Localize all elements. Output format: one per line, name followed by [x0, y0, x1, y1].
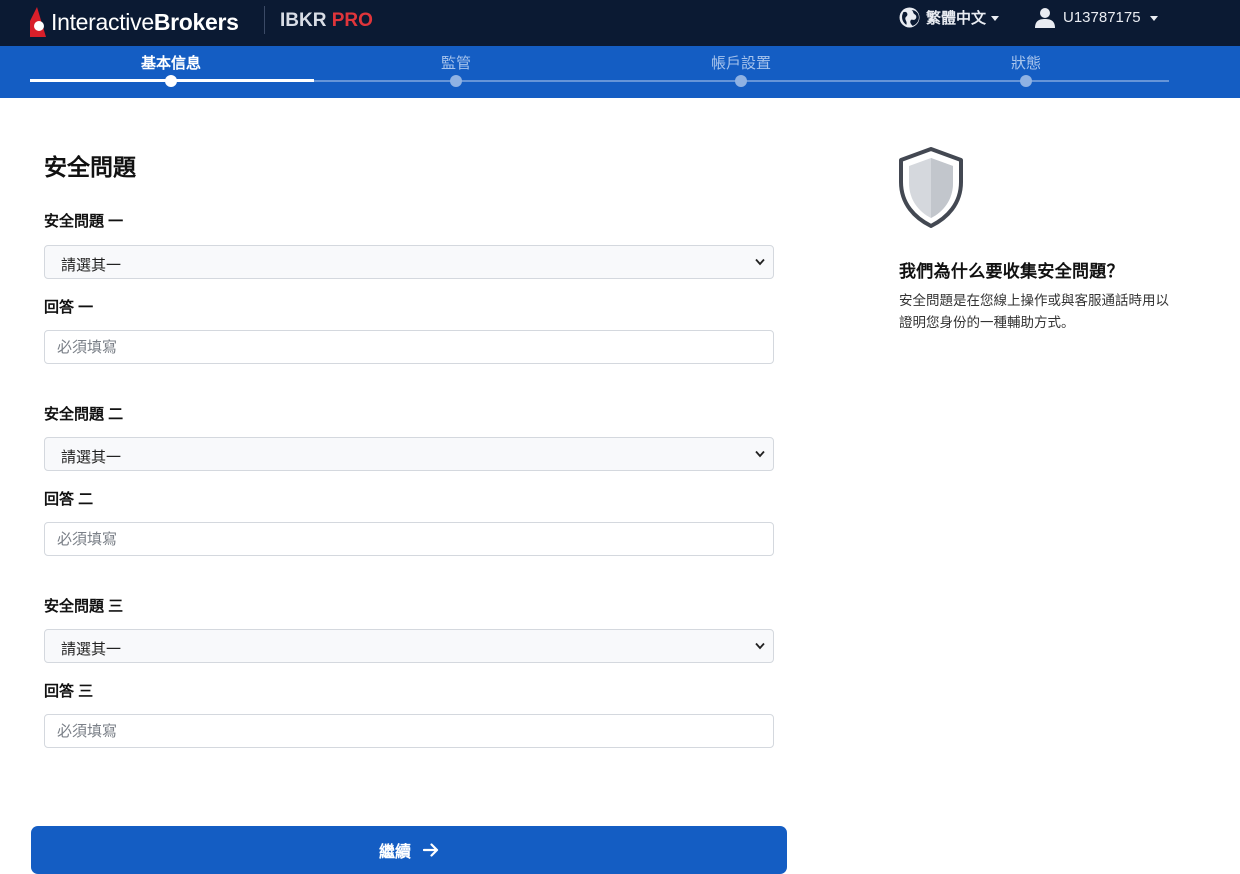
ib-logo-icon — [30, 7, 46, 37]
question-select-2[interactable]: 請選其一 — [44, 437, 774, 471]
question-label-1: 安全問題 一 — [44, 213, 124, 230]
step-label: 帳戶設置 — [710, 55, 771, 72]
step-label: 基本信息 — [140, 55, 201, 72]
answer-field-3[interactable] — [44, 714, 774, 748]
answer-input-1[interactable] — [45, 331, 773, 363]
brand-name-bold: Brokers — [153, 8, 239, 35]
continue-button[interactable]: 繼續 — [31, 826, 787, 874]
globe-icon — [899, 7, 920, 28]
answer-label-2: 回答 二 — [44, 491, 94, 508]
step-dot — [165, 75, 177, 87]
info-text: 安全問題是在您線上操作或與客服通話時用以證明您身份的一種輔助方式。 — [899, 293, 1169, 330]
top-navbar: InteractiveBrokers IBKR PRO 繁體中文 U137871… — [0, 0, 1240, 46]
step-label: 狀態 — [1010, 55, 1041, 72]
answer-label-1: 回答 一 — [44, 299, 94, 316]
language-label: 繁體中文 — [926, 10, 987, 27]
chevron-down-icon — [755, 450, 765, 458]
step-label: 監管 — [440, 55, 471, 72]
select-value: 請選其一 — [61, 449, 122, 466]
step-account-setup[interactable]: 帳戶設置 — [671, 46, 811, 87]
arrow-right-icon — [423, 843, 439, 857]
question-select-1[interactable]: 請選其一 — [44, 245, 774, 279]
step-basic-info[interactable]: 基本信息 — [101, 46, 241, 87]
product-tier: PRO — [331, 10, 373, 31]
info-title: 我們為什么要收集安全問題？ — [899, 262, 1124, 281]
product-name-text: IBKR — [280, 10, 327, 31]
brand-name-light: Interactive — [51, 8, 154, 35]
brand-name: InteractiveBrokers — [51, 9, 239, 36]
chevron-down-icon — [755, 258, 765, 266]
question-select-3[interactable]: 請選其一 — [44, 629, 774, 663]
answer-field-1[interactable] — [44, 330, 774, 364]
answer-input-3[interactable] — [45, 715, 773, 747]
answer-field-2[interactable] — [44, 522, 774, 556]
language-selector[interactable]: 繁體中文 — [899, 7, 1000, 28]
answer-label-3: 回答 三 — [44, 683, 94, 700]
step-dot — [450, 75, 462, 87]
product-name: IBKR PRO — [280, 10, 373, 32]
select-value: 請選其一 — [61, 641, 122, 658]
question-label-3: 安全問題 三 — [44, 598, 124, 615]
progress-stepper: 基本信息 監管 帳戶設置 狀態 — [0, 46, 1240, 98]
question-label-2: 安全問題 二 — [44, 406, 124, 423]
step-status[interactable]: 狀態 — [956, 46, 1096, 87]
step-dot — [1020, 75, 1032, 87]
continue-label: 繼續 — [378, 844, 411, 861]
page-title: 安全問題 — [44, 154, 136, 180]
user-icon — [1035, 8, 1055, 28]
user-id: U13787175 — [1063, 9, 1141, 26]
header-divider — [264, 6, 265, 34]
shield-icon — [899, 147, 963, 228]
user-menu[interactable]: U13787175 — [1035, 7, 1158, 28]
step-regulatory[interactable]: 監管 — [386, 46, 526, 87]
chevron-down-icon — [1149, 15, 1158, 21]
answer-input-2[interactable] — [45, 523, 773, 555]
chevron-down-icon — [755, 642, 765, 650]
step-dot — [735, 75, 747, 87]
select-value: 請選其一 — [61, 257, 122, 274]
chevron-down-icon — [991, 15, 1000, 21]
brand-logo[interactable]: InteractiveBrokers — [28, 4, 239, 40]
